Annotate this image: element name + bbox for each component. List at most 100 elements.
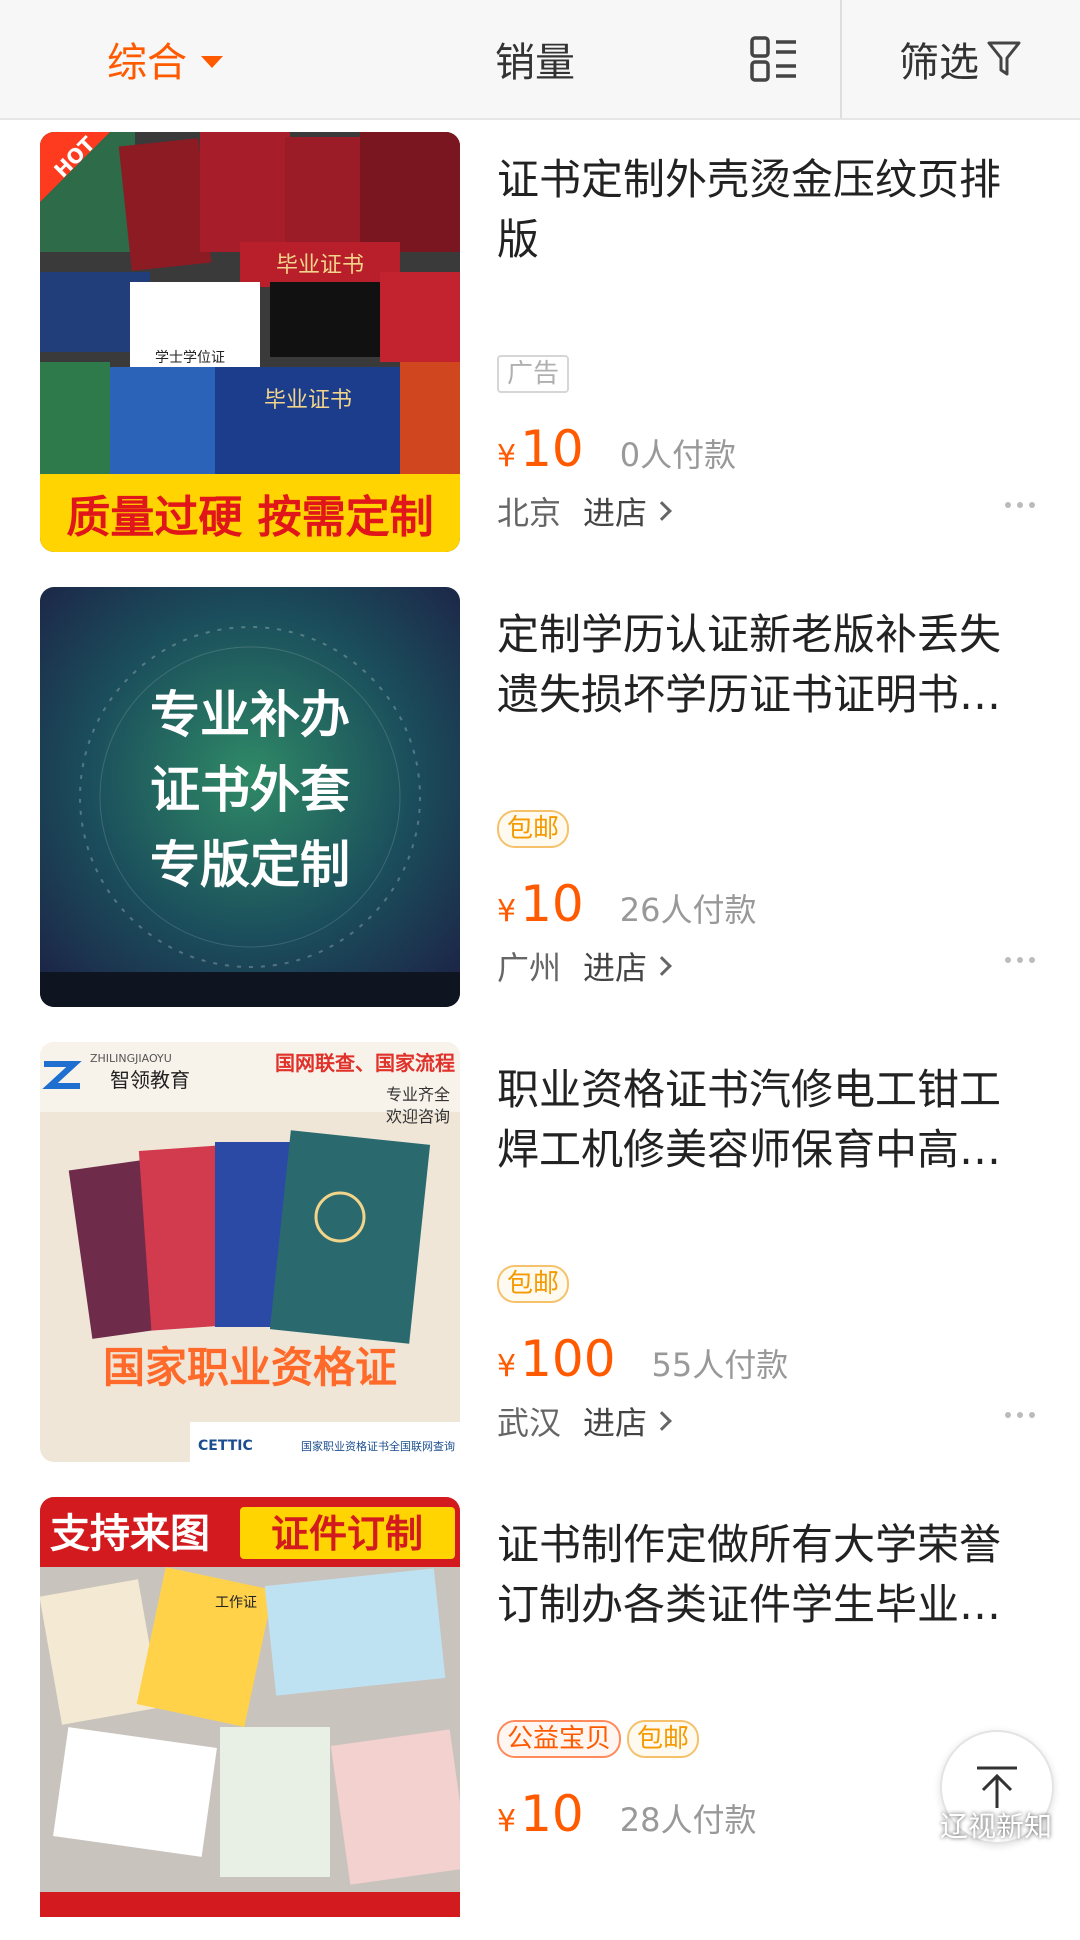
caret-down-icon: [201, 56, 223, 68]
product-tags: 包邮: [497, 1265, 570, 1303]
product-title[interactable]: 证书制作定做所有大学荣誉订制办各类证件学生毕业…: [497, 1515, 1017, 1635]
product-thumbnail[interactable]: 支持来图 证件订制 工作证: [40, 1497, 460, 1917]
currency-symbol: ¥: [497, 894, 517, 929]
sort-sales-label: 销量: [495, 40, 575, 86]
product-card[interactable]: 专业补办 证书外套 专版定制 定制学历认证新老版补丢失遗失损坏学历证书证明书… …: [0, 575, 1080, 1030]
product-title[interactable]: 职业资格证书汽修电工钳工焊工机修美容师保育中高…: [497, 1060, 1017, 1180]
product-list: 毕业证书 学士学位证 毕业证书 质量过硬 按需定制 HOT 证书定制外壳烫金压纹…: [0, 120, 1080, 1940]
banner-text: 证件订制: [271, 1512, 423, 1556]
product-title[interactable]: 定制学历认证新老版补丢失遗失损坏学历证书证明书…: [497, 605, 1017, 725]
watermark-text: 辽视新知: [940, 1810, 1053, 1843]
footer-text: 国家职业资格证书全国联网查询: [301, 1439, 455, 1453]
product-tags: 包邮: [497, 810, 570, 848]
product-tags: 公益宝贝 包邮: [497, 1720, 700, 1758]
more-options-button[interactable]: [1005, 1412, 1035, 1418]
filter-icon: [987, 41, 1021, 76]
certificates-collage-image: 毕业证书 学士学位证 毕业证书 质量过硬 按需定制 HOT: [40, 132, 460, 552]
brand-en: ZHILINGJIAOYU: [90, 1052, 172, 1065]
cert-label: 学士学位证: [155, 350, 225, 366]
shop-line: 武汉 进店: [497, 1398, 672, 1444]
product-thumbnail[interactable]: 专业补办 证书外套 专版定制: [40, 587, 460, 1007]
price-line: ¥ 10 28人付款: [497, 1785, 756, 1843]
free-shipping-tag: 包邮: [627, 1720, 700, 1758]
sold-count: 26人付款: [619, 891, 757, 929]
dot-icon: [1005, 1412, 1011, 1418]
shop-location: 武汉: [497, 1404, 562, 1442]
dot-icon: [1005, 502, 1011, 508]
sub-line: 欢迎咨询: [386, 1107, 450, 1126]
enter-shop-link[interactable]: 进店: [583, 943, 672, 989]
dot-icon: [1005, 957, 1011, 963]
thumbnail-line: 专版定制: [150, 836, 350, 894]
currency-symbol: ¥: [497, 439, 517, 474]
product-price: 10: [520, 420, 584, 478]
currency-symbol: ¥: [497, 1804, 517, 1839]
shop-line: 北京 进店: [497, 488, 672, 534]
more-options-button[interactable]: [1005, 957, 1035, 963]
enter-shop-label: 进店: [583, 949, 648, 987]
sort-comprehensive-tab[interactable]: 综合: [0, 0, 330, 118]
dot-icon: [1017, 502, 1023, 508]
dot-icon: [1029, 502, 1035, 508]
product-thumbnail[interactable]: 毕业证书 学士学位证 毕业证书 质量过硬 按需定制 HOT: [40, 132, 460, 552]
currency-symbol: ¥: [497, 1349, 517, 1384]
product-price: 10: [520, 1785, 584, 1843]
dot-icon: [1017, 957, 1023, 963]
chevron-right-icon: [652, 956, 672, 976]
sort-comprehensive-label: 综合: [107, 40, 187, 86]
price-line: ¥ 100 55人付款: [497, 1330, 788, 1388]
price-line: ¥ 10 0人付款: [497, 420, 736, 478]
banner-text: 支持来图: [50, 1511, 210, 1557]
view-toggle-button[interactable]: [750, 0, 840, 118]
product-title[interactable]: 证书定制外壳烫金压纹页排版: [497, 150, 1017, 270]
ad-tag: 广告: [497, 355, 570, 393]
filter-button[interactable]: 筛选: [842, 0, 1078, 118]
price-line: ¥ 10 26人付款: [497, 875, 756, 933]
sort-sales-tab[interactable]: 销量: [330, 0, 750, 118]
product-price: 100: [520, 1330, 616, 1388]
shop-location: 北京: [497, 494, 562, 532]
dot-icon: [1017, 1412, 1023, 1418]
shop-location: 广州: [497, 949, 562, 987]
free-shipping-tag: 包邮: [497, 810, 570, 848]
sort-bar: 综合 销量 筛选: [0, 0, 1080, 120]
dot-icon: [1029, 1412, 1035, 1418]
product-card[interactable]: 支持来图 证件订制 工作证 证书制作定做所有大学荣誉订制办各类证件学生毕业… 公…: [0, 1485, 1080, 1940]
night-sky-image: 专业补办 证书外套 专版定制: [40, 587, 460, 1007]
qualification-certificates-image: ZHILINGJIAOYU 智领教育 国网联查、国家流程 专业齐全 欢迎咨询 国…: [40, 1042, 460, 1462]
free-shipping-tag: 包邮: [497, 1265, 570, 1303]
footer-logo: CETTIC: [198, 1438, 253, 1454]
filter-label: 筛选: [899, 40, 979, 86]
list-view-icon: [750, 36, 796, 82]
chevron-right-icon: [652, 1411, 672, 1431]
watermark: 辽视新知: [900, 1805, 1052, 1845]
id-cards-collage-image: 支持来图 证件订制 工作证: [40, 1497, 460, 1917]
cert-label: 毕业证书: [264, 388, 352, 413]
product-card[interactable]: ZHILINGJIAOYU 智领教育 国网联查、国家流程 专业齐全 欢迎咨询 国…: [0, 1030, 1080, 1485]
headline: 国网联查、国家流程: [275, 1051, 455, 1075]
brand-name: 智领教育: [110, 1068, 190, 1092]
chevron-right-icon: [652, 501, 672, 521]
cert-label: 毕业证书: [276, 253, 364, 278]
wechat-icon: [900, 1812, 934, 1837]
shop-line: 广州 进店: [497, 943, 672, 989]
sub-line: 专业齐全: [386, 1085, 450, 1104]
enter-shop-link[interactable]: 进店: [583, 488, 672, 534]
enter-shop-label: 进店: [583, 494, 648, 532]
charity-tag: 公益宝贝: [497, 1720, 622, 1758]
product-tags: 广告: [497, 355, 570, 393]
enter-shop-label: 进店: [583, 1404, 648, 1442]
enter-shop-link[interactable]: 进店: [583, 1398, 672, 1444]
product-thumbnail[interactable]: ZHILINGJIAOYU 智领教育 国网联查、国家流程 专业齐全 欢迎咨询 国…: [40, 1042, 460, 1462]
thumbnail-line: 专业补办: [150, 686, 350, 744]
thumbnail-caption: 质量过硬 按需定制: [66, 492, 433, 543]
dot-icon: [1029, 957, 1035, 963]
sold-count: 55人付款: [651, 1346, 789, 1384]
thumbnail-line: 证书外套: [150, 761, 350, 819]
sold-count: 0人付款: [619, 436, 737, 474]
thumbnail-caption: 国家职业资格证: [103, 1343, 397, 1392]
sold-count: 28人付款: [619, 1801, 757, 1839]
more-options-button[interactable]: [1005, 502, 1035, 508]
product-card[interactable]: 毕业证书 学士学位证 毕业证书 质量过硬 按需定制 HOT 证书定制外壳烫金压纹…: [0, 120, 1080, 575]
product-price: 10: [520, 875, 584, 933]
